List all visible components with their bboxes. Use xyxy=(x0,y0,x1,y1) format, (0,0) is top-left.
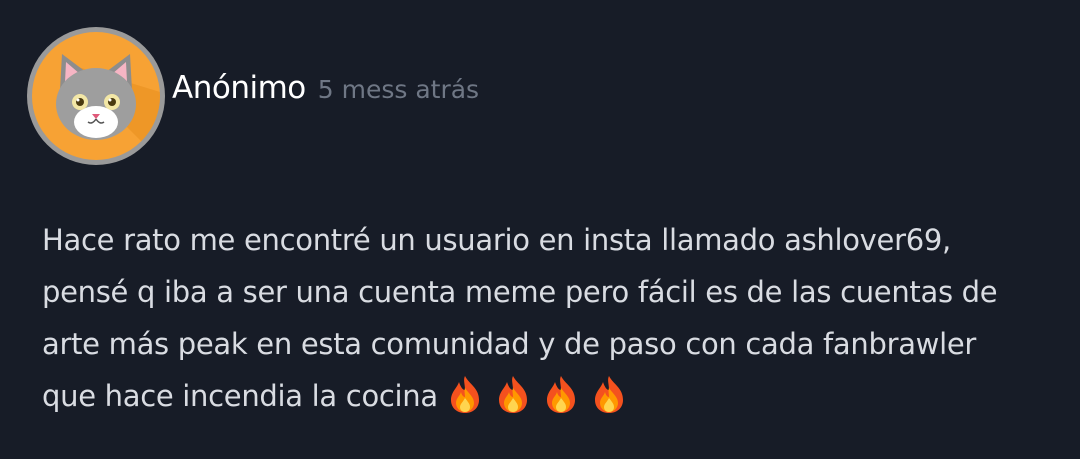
fire-emoji xyxy=(546,376,575,413)
comment-body: Hace rato me encontré un usuario en inst… xyxy=(42,214,1042,422)
cat-face-icon xyxy=(56,54,160,160)
comment-line: Hace rato me encontré un usuario en inst… xyxy=(42,223,951,257)
author-name[interactable]: Anónimo xyxy=(172,70,306,106)
avatar-background xyxy=(32,32,160,160)
comment-timestamp: 5 mess atrás xyxy=(317,75,480,104)
comment-line: que hace incendia la cocina xyxy=(42,379,438,413)
comment-header: Anónimo 5 mess atrás xyxy=(172,70,479,106)
comment-line: arte más peak en esta comunidad y de pas… xyxy=(42,327,977,361)
comment-card: Anónimo 5 mess atrás Hace rato me encont… xyxy=(0,0,1080,459)
avatar[interactable] xyxy=(27,27,165,165)
fire-emoji xyxy=(594,376,623,413)
emoji-row xyxy=(447,376,639,413)
fire-emoji xyxy=(450,376,479,413)
comment-last-line: que hace incendia la cocina xyxy=(42,370,1042,422)
comment-line: pensé q iba a ser una cuenta meme pero f… xyxy=(42,275,998,309)
fire-emoji xyxy=(498,376,527,413)
